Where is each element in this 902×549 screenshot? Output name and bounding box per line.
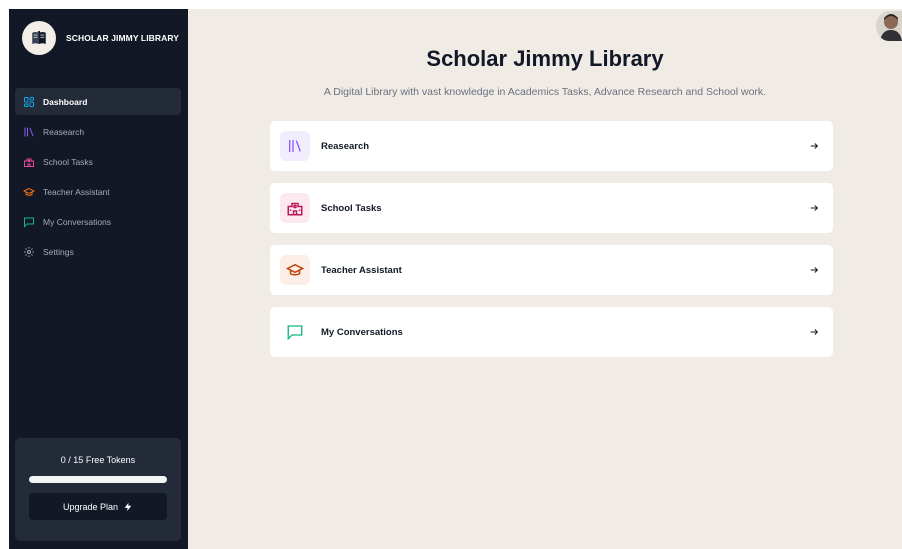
page-subtitle: A Digital Library with vast knowledge in… bbox=[323, 86, 767, 98]
sidebar-item-my-conversations[interactable]: My Conversations bbox=[15, 208, 181, 235]
settings-icon bbox=[22, 245, 36, 259]
sidebar-item-label: Teacher Assistant bbox=[43, 186, 110, 197]
sidebar-item-reasearch[interactable]: Reasearch bbox=[15, 118, 181, 145]
library-icon bbox=[22, 125, 36, 139]
tool-card-teacher-assistant[interactable]: Teacher Assistant bbox=[270, 245, 833, 295]
arrow-right-icon bbox=[807, 325, 821, 339]
school-icon bbox=[22, 155, 36, 169]
tool-label: Teacher Assistant bbox=[321, 264, 402, 276]
sidebar-item-label: Settings bbox=[43, 246, 74, 257]
tool-label: School Tasks bbox=[321, 202, 382, 214]
main-content: Scholar Jimmy Library A Digital Library … bbox=[188, 9, 902, 549]
arrow-right-icon bbox=[807, 139, 821, 153]
graduation-cap-icon bbox=[22, 185, 36, 199]
sidebar-item-label: School Tasks bbox=[43, 156, 93, 167]
sidebar-item-teacher-assistant[interactable]: Teacher Assistant bbox=[15, 178, 181, 205]
sidebar-item-label: My Conversations bbox=[43, 216, 112, 227]
tool-card-school-tasks[interactable]: School Tasks bbox=[270, 183, 833, 233]
arrow-right-icon bbox=[807, 201, 821, 215]
sidebar-item-settings[interactable]: Settings bbox=[15, 238, 181, 265]
graduation-cap-icon bbox=[280, 255, 310, 285]
message-square-icon bbox=[280, 317, 310, 347]
sidebar-item-label: Dashboard bbox=[43, 96, 88, 107]
brand-name: SCHOLAR JIMMY LIBRARY bbox=[66, 33, 180, 43]
tool-card-my-conversations[interactable]: My Conversations bbox=[270, 307, 833, 357]
user-avatar[interactable] bbox=[876, 11, 902, 41]
sidebar-item-dashboard[interactable]: Dashboard bbox=[15, 88, 181, 115]
arrow-right-icon bbox=[807, 263, 821, 277]
brand[interactable]: SCHOLAR JIMMY LIBRARY bbox=[22, 21, 179, 55]
token-count: 0 / 15 Free Tokens bbox=[60, 455, 136, 465]
sidebar-nav: Dashboard Reasearch School Tasks Teacher… bbox=[15, 88, 181, 268]
token-card: 0 / 15 Free Tokens Upgrade Plan bbox=[15, 438, 181, 541]
zap-icon bbox=[124, 502, 132, 511]
sidebar: SCHOLAR JIMMY LIBRARY Dashboard Reasearc… bbox=[9, 9, 188, 549]
upgrade-plan-button[interactable]: Upgrade Plan bbox=[29, 493, 167, 520]
sidebar-item-school-tasks[interactable]: School Tasks bbox=[15, 148, 181, 175]
tool-card-reasearch[interactable]: Reasearch bbox=[270, 121, 833, 171]
library-icon bbox=[280, 131, 310, 161]
tool-label: Reasearch bbox=[321, 140, 370, 152]
tool-label: My Conversations bbox=[321, 326, 403, 338]
school-icon bbox=[280, 193, 310, 223]
upgrade-plan-label: Upgrade Plan bbox=[62, 501, 119, 512]
token-progress-bar bbox=[29, 476, 167, 483]
tool-list: Reasearch School Tasks Teacher Assistant… bbox=[270, 121, 833, 369]
sidebar-item-label: Reasearch bbox=[43, 126, 85, 137]
book-icon bbox=[22, 21, 56, 55]
dashboard-icon bbox=[22, 95, 36, 109]
message-square-icon bbox=[22, 215, 36, 229]
page-title: Scholar Jimmy Library bbox=[426, 46, 664, 71]
